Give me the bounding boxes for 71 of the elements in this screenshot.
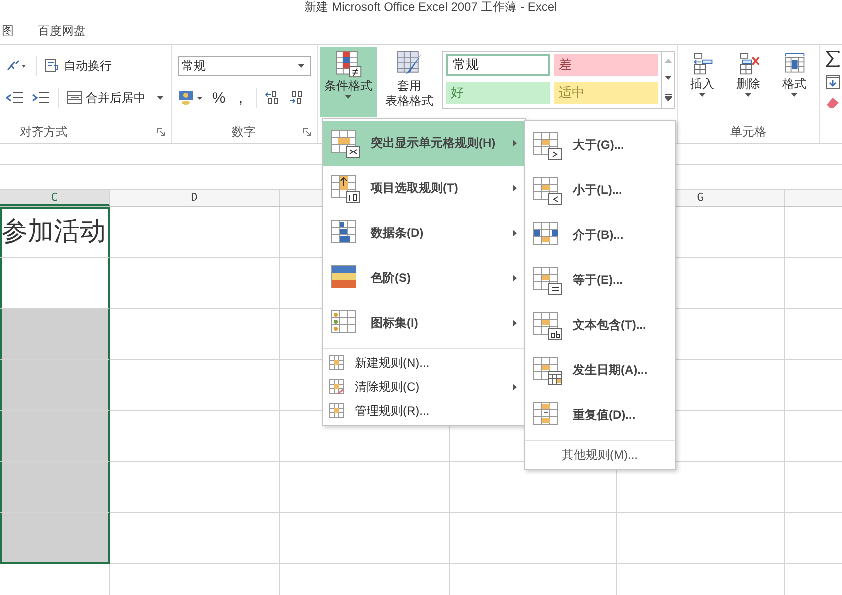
merge-cells-icon: [67, 91, 83, 105]
caret-icon: [791, 93, 798, 97]
caret-icon: [699, 93, 706, 97]
decrease-indent-icon[interactable]: [6, 92, 24, 104]
rule-icon: [533, 176, 563, 206]
group-label: 单元格: [730, 124, 766, 140]
decrease-decimal-icon[interactable]: [289, 91, 305, 105]
menu-item[interactable]: 清除规则(C): [323, 375, 525, 399]
increase-indent-icon[interactable]: [32, 92, 50, 104]
menu-item[interactable]: 文本包含(T)...: [525, 303, 675, 348]
menu-item[interactable]: 其他规则(M)...: [525, 443, 675, 467]
menu-item[interactable]: 新建规则(N)...: [323, 351, 525, 375]
scroll-down-icon[interactable]: [664, 76, 672, 80]
menu-item[interactable]: 大于(G)...: [525, 123, 675, 168]
menu-item[interactable]: 数据条(D): [323, 211, 525, 256]
caret-icon: [298, 64, 305, 68]
rule-icon: [533, 266, 563, 296]
menu-item[interactable]: 发生日期(A)...: [525, 348, 675, 393]
rule-icon: [331, 174, 361, 204]
rule-icon: [533, 310, 563, 340]
rule-icon: [533, 356, 563, 386]
rule-icon: [331, 128, 361, 158]
fill-down-icon[interactable]: [826, 75, 840, 89]
cell-style[interactable]: 常规: [446, 54, 550, 76]
table-cell: 参加活动: [0, 207, 110, 258]
format-cells-icon: [782, 52, 806, 76]
group-label: 对齐方式: [20, 124, 68, 140]
merge-center-button[interactable]: 合并后居中: [67, 90, 164, 106]
ribbon-tab[interactable]: 百度网盘: [36, 20, 88, 42]
cells-button[interactable]: 删除: [728, 49, 770, 119]
column-header[interactable]: D: [191, 191, 198, 204]
cell-style[interactable]: 差: [554, 54, 658, 76]
currency-icon[interactable]: [178, 90, 204, 106]
conditional-formatting-icon: [334, 50, 362, 78]
percent-button[interactable]: %: [212, 90, 226, 106]
caret-icon: [157, 96, 164, 100]
format-as-table-button[interactable]: 套用 表格格式: [381, 47, 438, 117]
wrap-text-button[interactable]: 自动换行: [45, 58, 112, 74]
sum-icon[interactable]: [826, 51, 840, 67]
column-header[interactable]: C: [51, 191, 58, 204]
cells-button[interactable]: 插入: [682, 49, 724, 119]
menu-item[interactable]: 图标集(I): [323, 301, 525, 346]
menu-item[interactable]: 小于(L)...: [525, 168, 675, 213]
number-format-dropdown[interactable]: 常规: [178, 56, 311, 76]
comma-button[interactable]: ,: [234, 90, 248, 106]
dialog-launcher-icon[interactable]: [303, 128, 311, 136]
increase-decimal-icon[interactable]: [265, 91, 281, 105]
rule-icon: [533, 130, 563, 160]
menu-item[interactable]: 介于(B)...: [525, 213, 675, 258]
menu-item[interactable]: 重复值(D)...: [525, 393, 675, 438]
eraser-icon[interactable]: [826, 97, 840, 109]
rule-icon: [329, 379, 345, 395]
menu-item[interactable]: 色阶(S): [323, 256, 525, 301]
caret-icon: [745, 93, 752, 97]
menu-item[interactable]: 项目选取规则(T): [323, 166, 525, 211]
ribbon-tab[interactable]: 图: [0, 20, 16, 42]
expand-gallery-icon[interactable]: [664, 94, 672, 102]
conditional-formatting-button[interactable]: 条件格式: [320, 47, 377, 117]
menu-item[interactable]: 突出显示单元格规则(H): [323, 121, 525, 166]
caret-icon: [345, 95, 352, 99]
rule-icon: [329, 355, 345, 371]
group-label: 数字: [232, 124, 256, 140]
column-header[interactable]: G: [697, 191, 704, 204]
window-title: 新建 Microsoft Office Excel 2007 工作薄 - Excel: [304, 0, 558, 16]
cells-button[interactable]: 格式: [774, 49, 816, 119]
wrap-text-icon: [45, 59, 61, 73]
text-orientation-icon[interactable]: [6, 59, 28, 73]
menu-item[interactable]: 等于(E)...: [525, 258, 675, 303]
menu-item[interactable]: 管理规则(R)...: [323, 399, 525, 423]
rule-icon: [329, 403, 345, 419]
dialog-launcher-icon[interactable]: [157, 128, 165, 136]
